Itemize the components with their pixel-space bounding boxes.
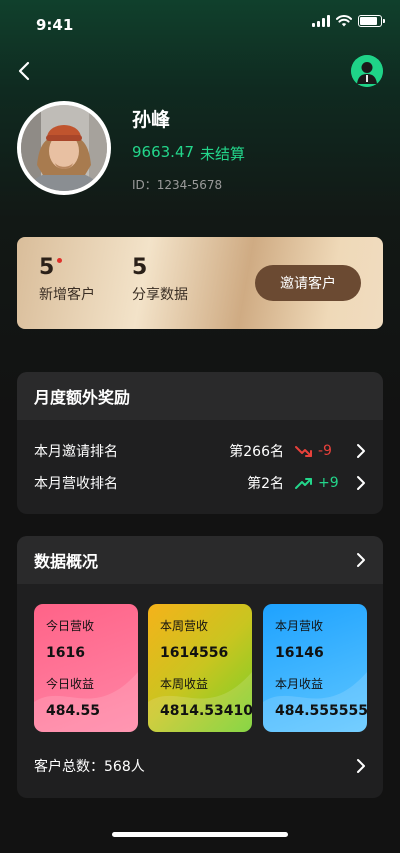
invite-rank-value: 第266名 (229, 444, 284, 460)
today-revenue-label: 今日营收 (46, 619, 95, 633)
monthly-rewards-title: 月度额外奖励 (17, 372, 383, 420)
new-customers-stat[interactable]: 5 新增客户 (39, 255, 95, 304)
status-time: 9:41 (36, 16, 74, 34)
total-customers-label: 客户总数：568人 (34, 759, 145, 775)
signal-icon (312, 15, 330, 27)
revenue-rank-delta: +9 (318, 475, 339, 491)
week-income-label: 本周收益 (160, 677, 209, 691)
notification-dot (57, 258, 63, 263)
week-income-value: 4814.534105 (160, 703, 252, 719)
battery-icon (358, 15, 385, 27)
today-income-value: 484.55 (46, 703, 101, 719)
today-stats-card[interactable]: 今日营收 1616 今日收益 484.55 (34, 604, 138, 732)
month-income-label: 本月收益 (275, 677, 324, 691)
month-revenue-value: 16146 (275, 645, 324, 661)
balance-amount: 9663.47 (132, 143, 195, 161)
profile-photo (21, 105, 107, 191)
invite-rank-label: 本月邀请排名 (34, 444, 118, 460)
profile-photo-image (21, 105, 107, 191)
data-overview-card: 数据概况 今日营收 1616 今日收益 484.55 本周营收 1614556 … (17, 536, 383, 798)
trend-up-icon (295, 478, 312, 489)
invite-rank-row[interactable]: 本月邀请排名 第266名 -9 (34, 439, 366, 463)
new-customers-label: 新增客户 (39, 287, 95, 303)
chevron-left-icon (18, 61, 30, 81)
profile-avatar (17, 101, 111, 195)
today-revenue-value: 1616 (46, 645, 85, 661)
wifi-icon (336, 15, 352, 27)
promo-card: 5 新增客户 5 分享数据 邀请客户 (17, 237, 383, 329)
status-icons (312, 15, 385, 27)
month-revenue-label: 本月营收 (275, 619, 324, 633)
share-data-value: 5 (132, 255, 148, 280)
week-revenue-value: 1614556 (160, 645, 229, 661)
user-id: ID：1234-5678 (132, 178, 223, 192)
invite-rank-delta: -9 (318, 443, 332, 459)
chevron-right-icon (357, 476, 365, 490)
week-stats-card[interactable]: 本周营收 1614556 本周收益 4814.534105 (148, 604, 252, 732)
user-avatar-icon (351, 55, 383, 87)
chevron-right-icon (357, 444, 365, 458)
invite-customer-button[interactable]: 邀请客户 (255, 265, 361, 301)
chevron-right-icon (357, 553, 365, 567)
trend-down-icon (295, 446, 312, 457)
week-revenue-label: 本周营收 (160, 619, 209, 633)
chevron-right-icon (357, 759, 365, 773)
new-customers-value: 5 (39, 255, 63, 280)
share-data-label: 分享数据 (132, 287, 188, 303)
home-indicator[interactable] (112, 832, 288, 837)
data-overview-title: 数据概况 (34, 552, 99, 571)
revenue-rank-label: 本月营收排名 (34, 476, 118, 492)
today-income-label: 今日收益 (46, 677, 95, 691)
monthly-rewards-card: 月度额外奖励 本月邀请排名 第266名 -9 本月营收排名 第2名 +9 (17, 372, 383, 514)
balance: 9663.47 未结算 (132, 143, 245, 164)
status-bar: 9:41 (0, 0, 400, 44)
data-overview-header[interactable]: 数据概况 (17, 536, 383, 584)
back-button[interactable] (14, 58, 36, 84)
user-avatar-button[interactable] (351, 55, 383, 87)
profile-name: 孙峰 (132, 109, 171, 131)
month-income-value: 484.555555 (275, 703, 367, 719)
battery-level (360, 17, 377, 25)
balance-status: 未结算 (200, 145, 246, 163)
total-customers-row[interactable]: 客户总数：568人 (34, 754, 366, 778)
month-stats-card[interactable]: 本月营收 16146 本月收益 484.555555 (263, 604, 367, 732)
revenue-rank-value: 第2名 (247, 476, 284, 492)
share-data-stat[interactable]: 5 分享数据 (132, 255, 188, 304)
revenue-rank-row[interactable]: 本月营收排名 第2名 +9 (34, 471, 366, 495)
